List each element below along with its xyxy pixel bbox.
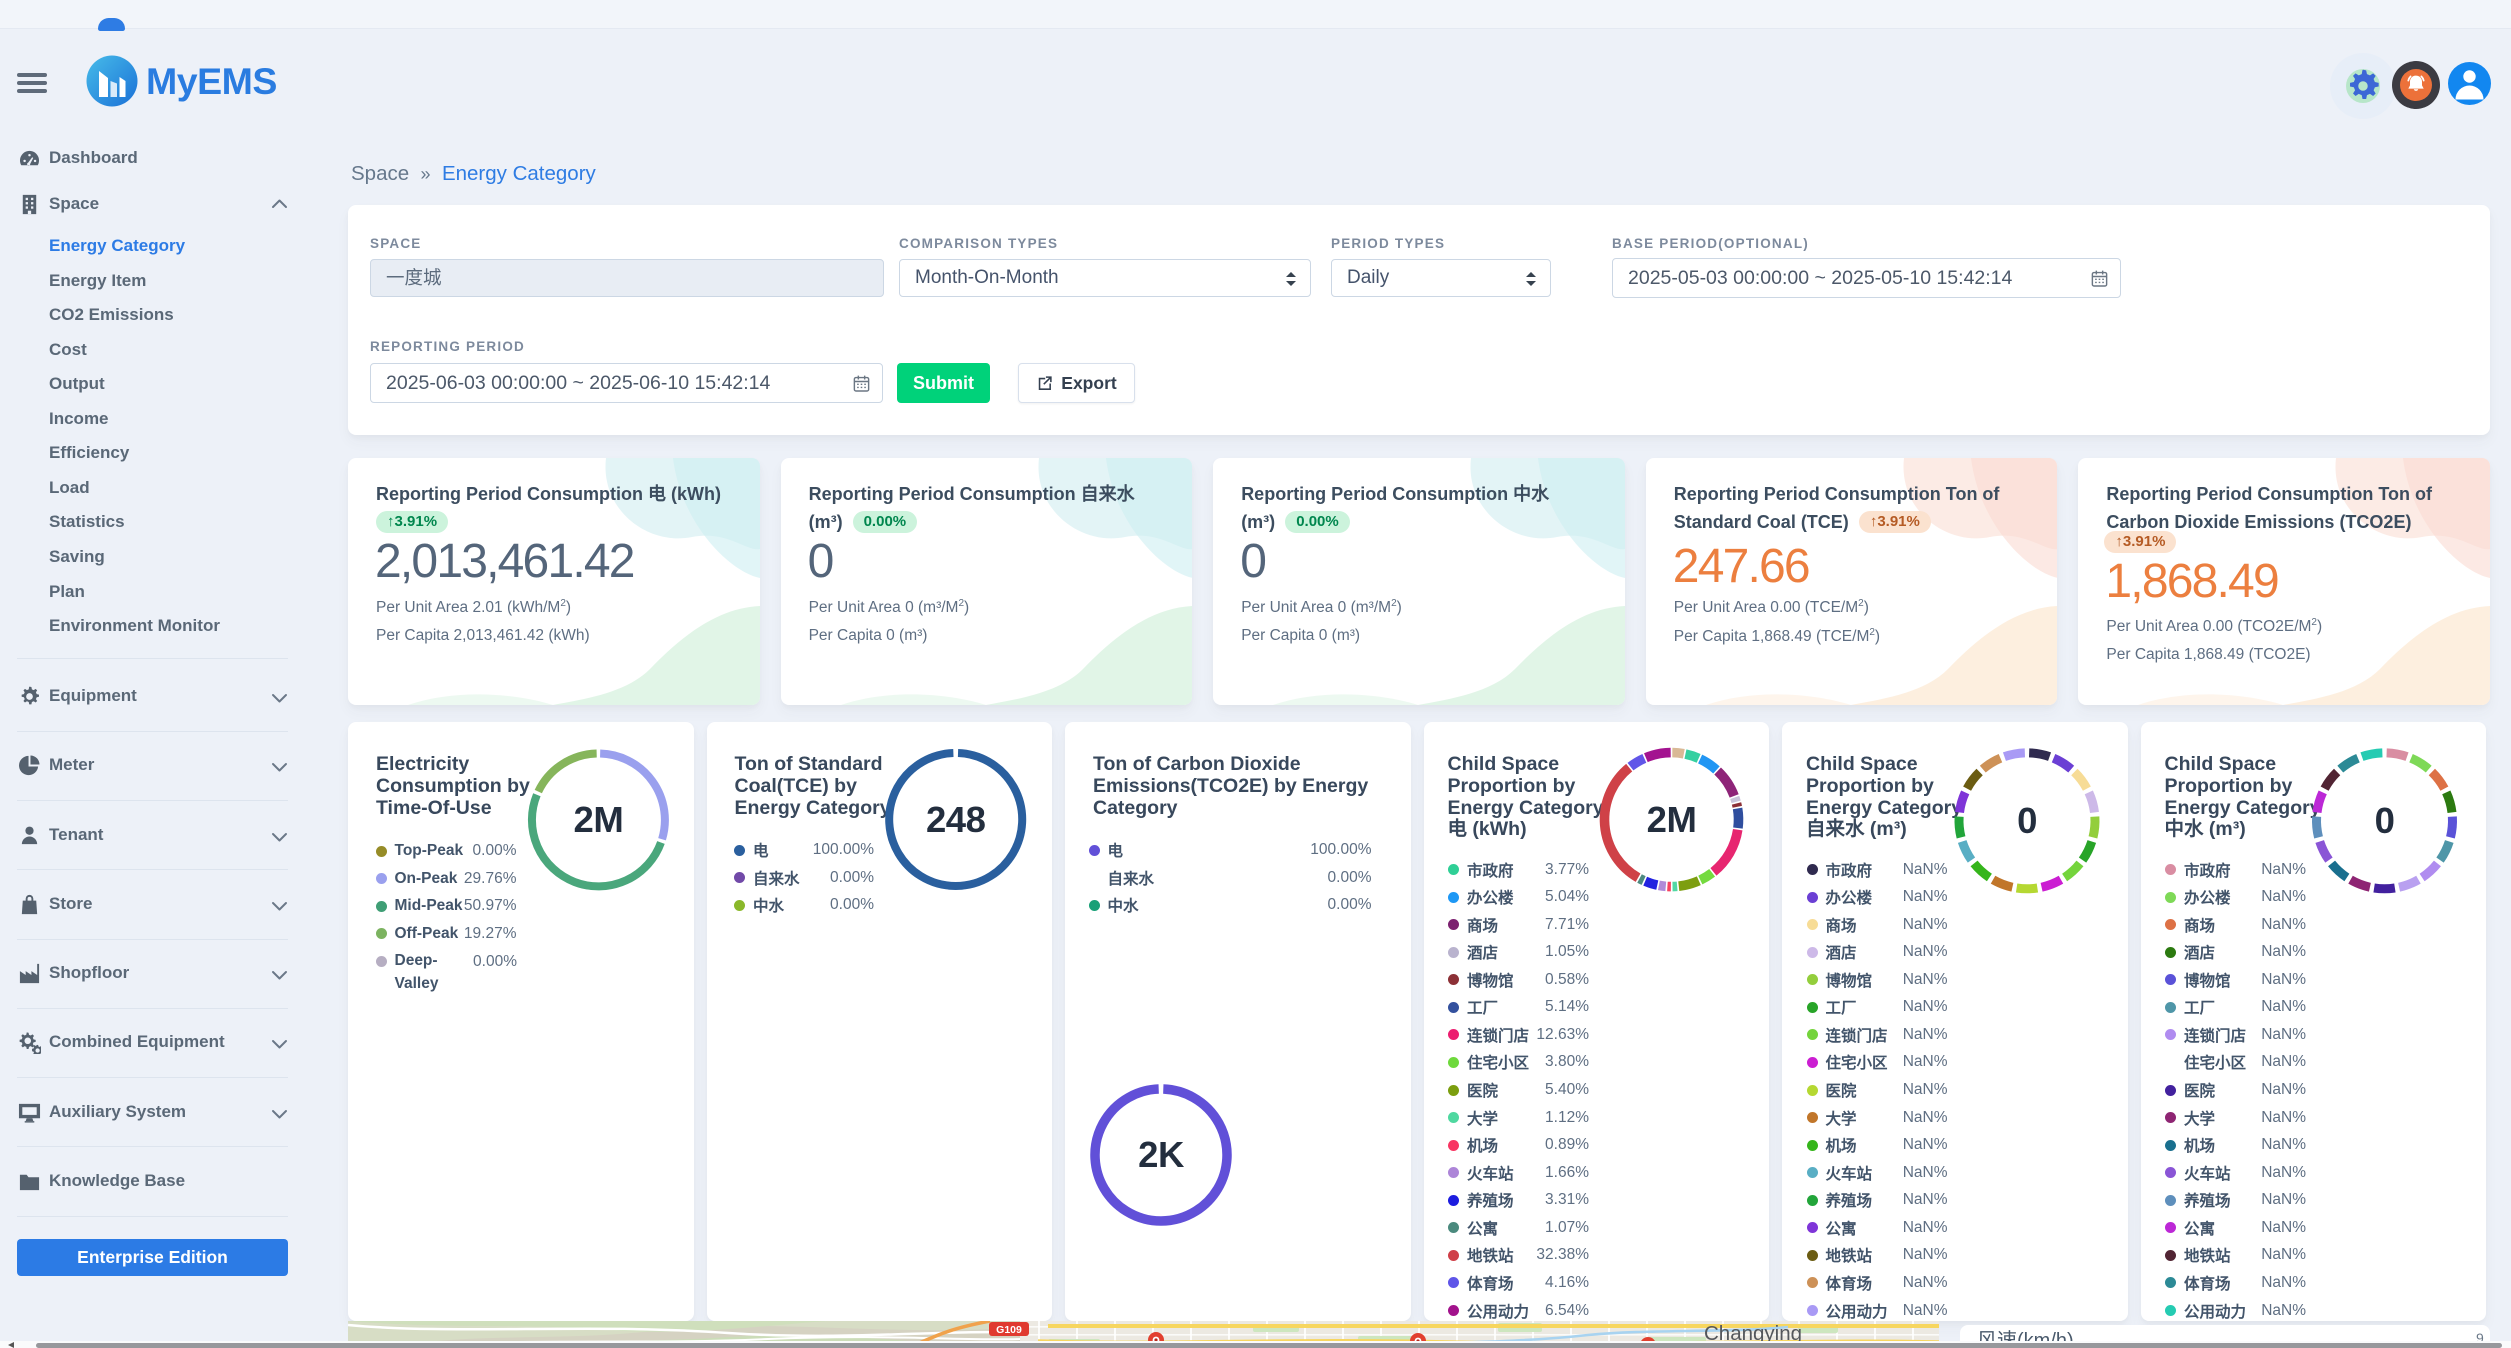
- svg-text:G109: G109: [996, 1324, 1022, 1336]
